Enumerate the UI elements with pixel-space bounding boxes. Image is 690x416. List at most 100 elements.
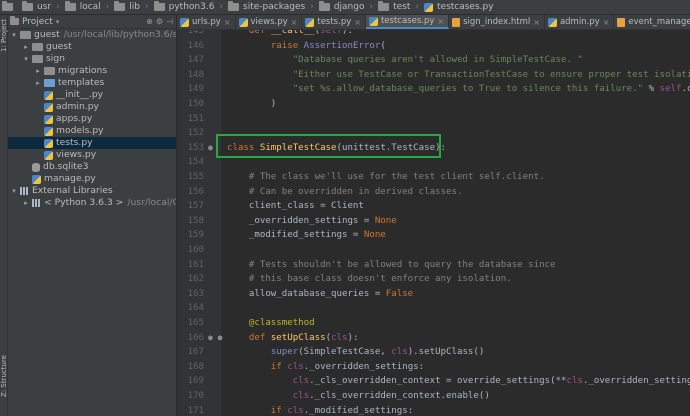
tree-item[interactable]: ▾ sign <box>8 53 65 65</box>
project-panel-title[interactable]: Project <box>22 17 53 27</box>
tree-item[interactable]: ▸ migrations <box>8 65 107 77</box>
tree-item[interactable]: ▸ < Python 3.6.3 >/usr/local/Cellar/py <box>8 197 176 209</box>
project-tool-button[interactable]: 1: Project <box>0 19 8 52</box>
editor-tab[interactable]: admin.py × <box>545 15 615 29</box>
tree-item[interactable]: tests.py <box>8 137 176 149</box>
line-number: 156 <box>187 186 204 197</box>
close-icon[interactable]: × <box>224 18 231 27</box>
breadcrumb-item-python[interactable]: python3.6 › <box>152 0 226 14</box>
tree-item[interactable]: ▾ guest/usr/local/lib/python3.6/site-pa <box>8 29 177 41</box>
code-line[interactable]: 170 cls._cls_overridden_context.enable() <box>177 389 690 404</box>
settings-icon[interactable]: ⚙ <box>156 17 163 26</box>
editor-tab-label: urls.py <box>192 17 221 27</box>
tree-item-label: __init__.py <box>56 89 104 100</box>
editor-tab[interactable]: views.py × <box>236 15 303 29</box>
tree-item[interactable]: apps.py <box>8 113 92 125</box>
code-line[interactable]: 164 <box>177 301 690 316</box>
code-line[interactable]: 167 super(SimpleTestCase, cls).setUpClas… <box>177 345 690 360</box>
expand-arrow-icon[interactable]: ▸ <box>22 197 30 209</box>
structure-tool-button[interactable]: Z: Structure <box>0 355 8 397</box>
tree-item[interactable]: manage.py <box>8 173 96 185</box>
sync-icon[interactable]: ⊕ <box>146 17 153 26</box>
editor-tab[interactable]: sign_index.html × <box>449 15 545 29</box>
code-line[interactable]: 145 def __call__(self): <box>177 30 690 39</box>
code-line[interactable]: 158 _overridden_settings = None <box>177 214 690 229</box>
code-line[interactable]: 166 ● ● def setUpClass(cls): <box>177 331 690 346</box>
tree-item[interactable]: views.py <box>8 149 96 161</box>
breadcrumb-item-test[interactable]: test › <box>376 0 422 14</box>
code-line[interactable]: 169 cls._cls_overridden_context = overri… <box>177 374 690 389</box>
line-number: 158 <box>187 215 204 226</box>
tree-item-label: tests.py <box>56 137 93 148</box>
close-icon[interactable]: × <box>533 18 540 27</box>
tree-item[interactable]: ▸ guest <box>8 41 71 53</box>
code-line[interactable]: 161 # Tests shouldn't be allowed to quer… <box>177 258 690 273</box>
breadcrumb-root-icon[interactable] <box>0 0 20 14</box>
editor-tab[interactable]: event_manage.html× <box>614 15 690 29</box>
code-text: @classmethod <box>248 318 315 328</box>
code-line[interactable]: 146 raise AssertionError( <box>177 39 690 54</box>
code-line[interactable]: 159 _modified_settings = None <box>177 228 690 243</box>
tree-item[interactable]: db.sqlite3 <box>8 161 88 173</box>
breadcrumb-item-lib[interactable]: lib › <box>112 0 151 14</box>
code-line[interactable]: 151 <box>177 112 690 127</box>
tree-item-path: /usr/local/lib/python3.6/site-pa <box>63 29 177 40</box>
expand-arrow-icon[interactable]: ▾ <box>22 53 30 65</box>
editor-tab[interactable]: urls.py × <box>177 15 236 29</box>
code-line[interactable]: 168 if cls._overridden_settings: <box>177 360 690 375</box>
breadcrumb-item-testcases[interactable]: testcases.py <box>422 0 497 14</box>
code-line[interactable]: 150 ) <box>177 97 690 112</box>
code-line[interactable]: 152 <box>177 126 690 141</box>
tree-item[interactable]: ▸ templates <box>8 77 104 89</box>
breadcrumb-item-django[interactable]: django › <box>317 0 376 14</box>
expand-arrow-icon[interactable]: ▸ <box>34 65 42 77</box>
close-icon[interactable]: × <box>354 18 361 27</box>
gutter-override-icon[interactable]: ● <box>208 141 218 156</box>
code-line[interactable]: 147 "Database queries aren't allowed in … <box>177 53 690 68</box>
code-line[interactable]: 155 # The class we'll use for the test c… <box>177 170 690 185</box>
tree-item[interactable]: admin.py <box>8 101 99 113</box>
code-line[interactable]: 162 # this base class doesn't enforce an… <box>177 272 690 287</box>
close-icon[interactable]: × <box>437 17 444 26</box>
chevron-down-icon[interactable]: ▾ <box>56 18 60 26</box>
breadcrumb: usr › local › lib › python3.6 › site-package… <box>0 0 690 15</box>
code-line[interactable]: 171 if cls._modified_settings: <box>177 404 690 416</box>
code-line[interactable]: 154 <box>177 155 690 170</box>
code-line[interactable]: 160 <box>177 243 690 258</box>
tree-item[interactable]: __init__.py <box>8 89 103 101</box>
code-line[interactable]: 148 "Either use TestCase or TransactionT… <box>177 68 690 83</box>
code-line[interactable]: 153 ● class SimpleTestCase(unittest.TestCa… <box>177 141 690 156</box>
python-file-icon <box>368 16 378 26</box>
editor-tab[interactable]: testcases.py × <box>365 15 450 29</box>
close-icon[interactable]: × <box>291 18 298 27</box>
code-line[interactable]: 163 allow_database_queries = False <box>177 287 690 302</box>
expand-arrow-icon[interactable]: ▾ <box>10 29 18 41</box>
close-icon[interactable]: × <box>603 18 610 27</box>
breadcrumb-item-local[interactable]: local › <box>63 0 113 14</box>
code-line[interactable]: 165 @classmethod <box>177 316 690 331</box>
editor-tabs: urls.py × views.py × tests.py × testcases.py × s… <box>177 15 690 30</box>
editor-tab-label: event_manage.html <box>628 17 690 27</box>
tree-item[interactable]: ▾ External Libraries <box>8 185 112 197</box>
line-number: 155 <box>187 172 204 182</box>
editor-tab[interactable]: tests.py × <box>302 15 366 29</box>
gutter-override-icon[interactable]: ● ● <box>208 331 222 346</box>
code-text: if cls._overridden_settings: <box>270 361 425 372</box>
expand-arrow-icon[interactable]: ▾ <box>10 185 18 197</box>
line-number: 151 <box>187 113 204 124</box>
left-tool-strip: 1: Project Z: Structure <box>0 15 8 416</box>
editor-tab-label: sign_index.html <box>463 17 531 27</box>
code-text: _modified_settings = None <box>227 230 386 241</box>
breadcrumb-item-site-packages[interactable]: site-packages › <box>226 0 317 14</box>
code-line[interactable]: 156 # Can be overridden in derived class… <box>177 185 690 200</box>
tree-item[interactable]: models.py <box>8 125 104 137</box>
code-line[interactable]: 157 client_class = Client <box>177 199 690 214</box>
code-text: _overridden_settings = None <box>227 215 397 226</box>
expand-arrow-icon[interactable]: ▸ <box>22 41 30 53</box>
breadcrumb-item-usr[interactable]: usr › <box>20 0 63 14</box>
code-line[interactable]: 149 "set %s.allow_database_queries to Tr… <box>177 82 690 97</box>
hide-icon[interactable]: ⊣ <box>166 17 173 26</box>
folder-icon <box>228 1 240 11</box>
code-editor[interactable]: 145 def __call__(self): 146 raise Asserti… <box>177 30 690 416</box>
expand-arrow-icon[interactable]: ▸ <box>34 77 42 89</box>
